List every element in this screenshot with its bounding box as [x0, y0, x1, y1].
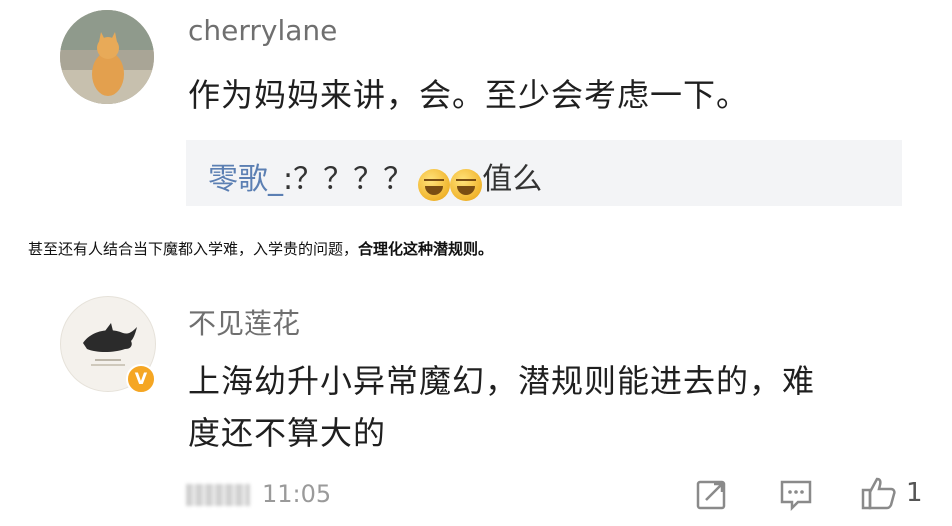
grin-squint-emoji-icon	[418, 168, 451, 201]
reply-preview[interactable]: 零歌_:？？？？ 值么	[186, 140, 902, 206]
article-caption: 甚至还有人结合当下魔都入学难，入学贵的问题，合理化这种潜规则。	[28, 238, 493, 259]
comment-icon[interactable]	[778, 476, 814, 516]
reply-username[interactable]: 零歌_	[208, 162, 283, 197]
share-icon[interactable]	[694, 476, 730, 516]
reply-text-prefix: :？？？？	[283, 162, 414, 197]
avatar[interactable]	[60, 10, 154, 104]
comment-text: 作为妈妈来讲，会。至少会考虑一下。	[188, 76, 750, 114]
caption-bold-text: 合理化这种潜规则。	[358, 240, 494, 258]
cat-photo-icon	[60, 10, 154, 104]
reply-line: 零歌_:？？？？ 值么	[208, 154, 542, 201]
grin-squint-emoji-icon	[450, 168, 483, 201]
caption-text: 甚至还有人结合当下魔都入学难，入学贵的问题，	[28, 240, 359, 258]
reply-text-suffix: 值么	[482, 162, 543, 197]
verified-badge: V	[126, 364, 156, 394]
comment-time: 11:05	[262, 480, 332, 508]
thumbs-up-icon[interactable]	[860, 474, 898, 516]
blurred-location	[186, 484, 250, 506]
like-count: 1	[906, 478, 923, 508]
comment-text-line1: 上海幼升小异常魔幻，潜规则能进去的，难	[188, 362, 816, 400]
comment-username[interactable]: 不见莲花	[188, 302, 300, 342]
comment-username[interactable]: cherrylane	[188, 14, 337, 47]
comment-text-line2: 度还不算大的	[188, 414, 387, 452]
